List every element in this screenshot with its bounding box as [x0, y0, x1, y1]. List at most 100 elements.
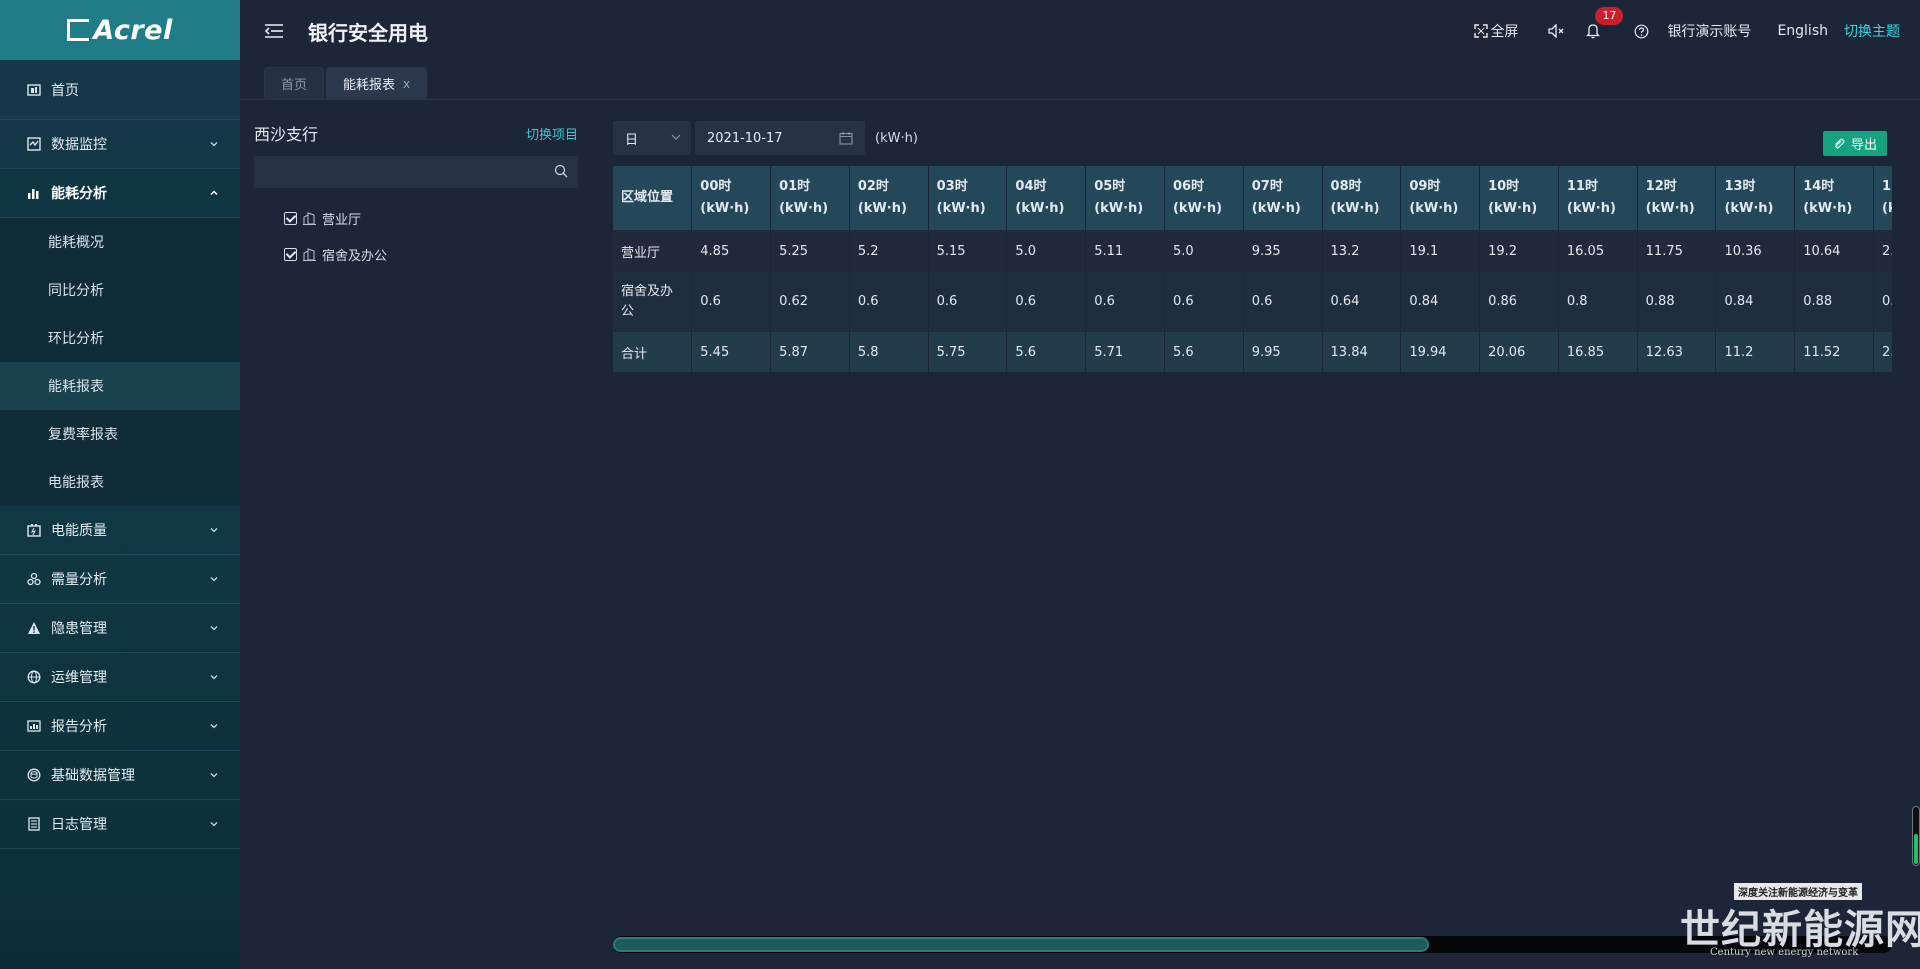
level-meter-fill: [1914, 834, 1918, 864]
tab-energy-report[interactable]: 能耗报表 x: [326, 67, 428, 99]
unit-label: (kW·h): [1724, 201, 1774, 216]
table-row: 营业厅 4.85 5.25 5.2 5.15 5.0 5.11 5.0 9.35…: [613, 230, 1892, 272]
chevron-down-icon: [210, 773, 218, 778]
logo[interactable]: Acrel: [0, 0, 240, 60]
table-cell: 5.0: [1006, 230, 1087, 272]
sidebar-subitem-yoy-analysis[interactable]: 同比分析: [0, 266, 240, 314]
sidebar-item-data-monitor[interactable]: 数据监控: [0, 120, 240, 169]
column-header: 07时 (kW·h): [1243, 166, 1323, 230]
globe-icon: [26, 669, 42, 685]
sidebar-item-label: 日志管理: [51, 817, 107, 833]
close-icon[interactable]: x: [403, 77, 410, 91]
help-button[interactable]: [1634, 24, 1649, 39]
table-cell: 0.6: [691, 272, 772, 332]
scrollbar-thumb[interactable]: [613, 937, 1429, 952]
watermark-subtitle: Century new energy network: [1710, 947, 1859, 958]
table-row: 合计 5.45 5.87 5.8 5.75 5.6 5.71 5.6 9.95 …: [613, 332, 1892, 372]
table-cell: 2.65: [1873, 230, 1892, 272]
row-label: 营业厅: [613, 230, 693, 272]
switch-project-link[interactable]: 切换项目: [526, 124, 578, 143]
sidebar-item-energy-analysis[interactable]: 能耗分析: [0, 169, 240, 218]
table-cell: 0.6: [1006, 272, 1087, 332]
sidebar-item-power-quality[interactable]: 电能质量: [0, 506, 240, 555]
hour-label: 11时: [1566, 179, 1598, 194]
chevron-down-icon: [210, 724, 218, 729]
tree-node-dorm-office[interactable]: 宿舍及办公: [284, 236, 578, 272]
hour-label: 02时: [857, 179, 889, 194]
table-header-row: 区域位置 00时 (kW·h) 01时 (kW·h) 02时 (kW·h) 03时 (k…: [613, 166, 1892, 230]
sidebar-item-report-analysis[interactable]: 报告分析: [0, 702, 240, 751]
sidebar-subitem-mom-analysis[interactable]: 环比分析: [0, 314, 240, 362]
sidebar-item-home[interactable]: 首页: [0, 60, 240, 120]
hour-label: 15时: [1882, 179, 1892, 194]
tree-search-input[interactable]: [254, 156, 578, 188]
sidebar-item-hazard-management[interactable]: 隐患管理: [0, 604, 240, 653]
table-cell: 19.94: [1400, 332, 1481, 372]
sidebar-subitem-multi-rate-report[interactable]: 复费率报表: [0, 410, 240, 458]
period-value: 日: [625, 132, 639, 148]
sidebar-item-base-data-management[interactable]: 基础数据管理: [0, 751, 240, 800]
sidebar-item-label: 需量分析: [51, 572, 107, 588]
column-header: 05时 (kW·h): [1085, 166, 1165, 230]
table-cell: 5.75: [928, 332, 1008, 372]
table-cell: 0.6: [928, 272, 1008, 332]
tab-home[interactable]: 首页: [264, 67, 325, 99]
table-cell: 5.8: [849, 332, 929, 372]
column-header: 08时 (kW·h): [1322, 166, 1402, 230]
table-cell: 11.2: [1715, 332, 1796, 372]
hour-label: 00时: [700, 179, 732, 194]
notification-badge: 17: [1595, 7, 1624, 25]
tree-node-business-hall[interactable]: 营业厅: [284, 200, 578, 236]
account-menu[interactable]: 银行演示账号: [1667, 21, 1751, 41]
export-button[interactable]: 导出: [1822, 131, 1887, 156]
table-cell: 13.84: [1322, 332, 1402, 372]
hour-label: 08时: [1330, 179, 1362, 194]
table-cell: 0.8: [1558, 272, 1638, 332]
date-value: 2021-10-17: [707, 130, 783, 146]
table-cell: 5.0: [1164, 230, 1244, 272]
column-header: 01时 (kW·h): [770, 166, 850, 230]
sidebar-item-demand-analysis[interactable]: 需量分析: [0, 555, 240, 604]
tree-node-list: 营业厅 宿舍及办公: [254, 200, 578, 272]
tree-header: 西沙支行 切换项目: [254, 110, 578, 156]
building-icon: [303, 211, 316, 225]
table-cell: 2.85: [1873, 332, 1892, 372]
column-header: 03时 (kW·h): [928, 166, 1008, 230]
unit-label: (kW·h): [1330, 201, 1380, 216]
date-picker[interactable]: 2021-10-17: [695, 121, 865, 155]
mute-button[interactable]: [1548, 24, 1566, 38]
fullscreen-button[interactable]: 全屏: [1474, 21, 1518, 41]
menu-collapse-icon[interactable]: [264, 23, 284, 39]
column-header: 06时 (kW·h): [1164, 166, 1244, 230]
checkbox[interactable]: [284, 247, 297, 261]
table-cell: 0.64: [1322, 272, 1402, 332]
table-cell: 0.2: [1873, 272, 1892, 332]
table-cell: 0.6: [1243, 272, 1323, 332]
table-cell: 9.35: [1243, 230, 1323, 272]
switch-theme-link[interactable]: 切换主题: [1844, 21, 1900, 41]
sidebar-item-log-management[interactable]: 日志管理: [0, 800, 240, 849]
sidebar-subitem-energy-overview[interactable]: 能耗概况: [0, 218, 240, 266]
period-select[interactable]: 日: [613, 121, 691, 155]
chevron-down-icon: [210, 675, 218, 680]
tree-node-label: 营业厅: [322, 212, 362, 228]
warning-icon: [26, 620, 42, 636]
column-header: 15时 (kW·h): [1873, 166, 1892, 230]
sidebar-subitem-power-report[interactable]: 电能报表: [0, 458, 240, 506]
hour-label: 14时: [1803, 179, 1835, 194]
sidebar-item-label: 报告分析: [51, 719, 107, 735]
sidebar-subitem-energy-report[interactable]: 能耗报表: [0, 362, 240, 410]
row-label: 宿舍及办公: [613, 272, 693, 332]
notification-button[interactable]: 17: [1586, 7, 1624, 39]
column-header: 10时 (kW·h): [1479, 166, 1559, 230]
search-icon[interactable]: [554, 164, 568, 178]
table-cell: 5.71: [1085, 332, 1165, 372]
checkbox[interactable]: [284, 211, 297, 225]
language-switch[interactable]: English: [1777, 23, 1828, 39]
sidebar-menu: 首页 数据监控 能耗分析 能耗概况 同比分析 环比分析 能耗报表 复费率报表 电…: [0, 60, 240, 849]
table-cell: 9.95: [1243, 332, 1323, 372]
sidebar-item-operations[interactable]: 运维管理: [0, 653, 240, 702]
sidebar-item-label: 首页: [51, 82, 79, 99]
table-cell: 16.05: [1558, 230, 1638, 272]
table-cell: 0.62: [770, 272, 850, 332]
